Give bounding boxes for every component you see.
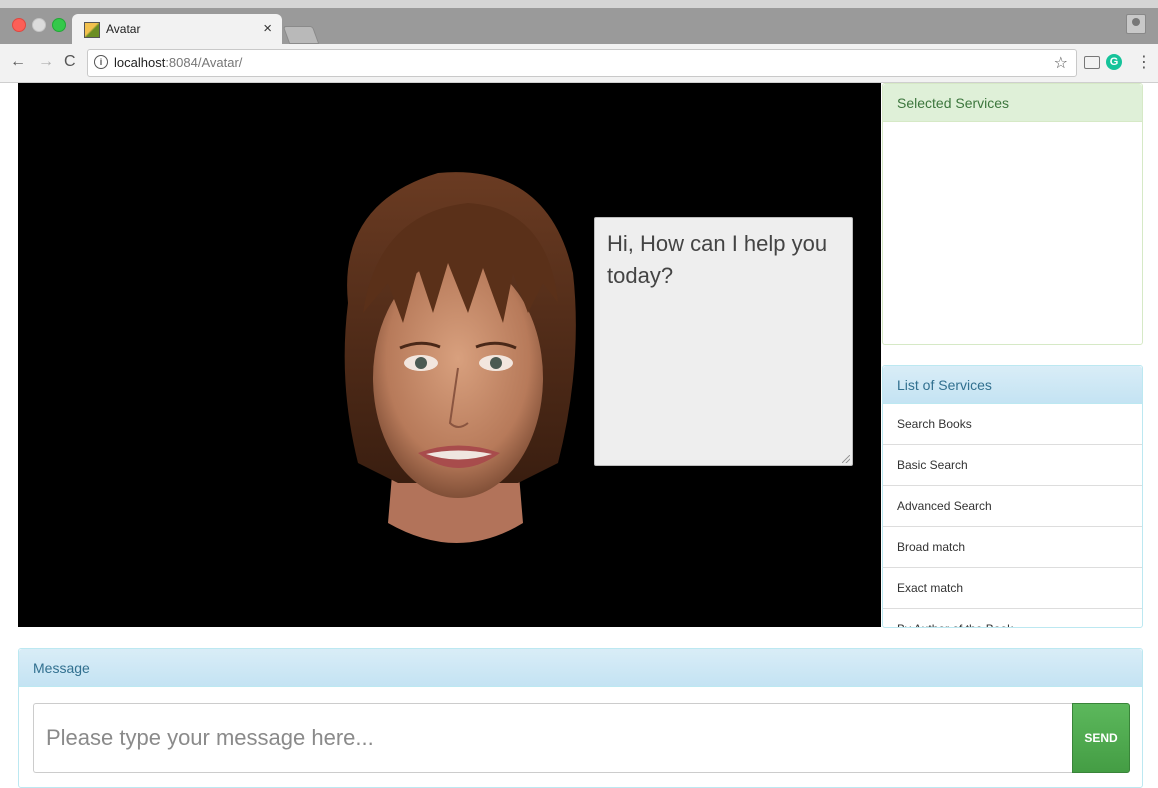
cast-icon[interactable] [1084,56,1100,69]
message-input[interactable] [33,703,1073,773]
send-button[interactable]: SEND [1072,703,1130,773]
avatar-stage: Hi, How can I help you today? [18,83,881,627]
favicon-icon [84,22,100,38]
back-button[interactable]: ← [10,53,26,71]
profile-icon[interactable] [1126,14,1146,34]
avatar-speech-text: Hi, How can I help you today? [607,231,828,288]
url-host: localhost [114,55,166,70]
grammarly-extension-icon[interactable]: G [1106,54,1122,70]
site-info-icon[interactable]: i [94,55,108,69]
window-titlebar: Avatar × [0,0,1158,44]
bookmark-star-icon[interactable]: ☆ [1054,53,1068,73]
message-panel: Message SEND [18,648,1143,788]
tab-close-icon[interactable]: × [263,20,272,37]
minimize-window-icon[interactable] [32,18,46,32]
resize-handle-icon[interactable] [842,455,850,463]
tab-avatar[interactable]: Avatar × [72,14,282,44]
browser-menu-icon[interactable]: ⋮ [1136,52,1152,72]
browser-toolbar: ← → C i localhost:8084/Avatar/ ☆ G ⋮ [0,44,1158,83]
zoom-window-icon[interactable] [52,18,66,32]
selected-services-heading: Selected Services [883,84,1142,122]
service-item-broad-match[interactable]: Broad match [883,527,1142,568]
selected-services-panel: Selected Services [882,83,1143,345]
services-list-panel: List of Services Search Books Basic Sear… [882,365,1143,628]
service-item-search-books[interactable]: Search Books [883,404,1142,445]
new-tab-button[interactable] [282,26,320,44]
service-item-by-author[interactable]: By Author of the Book [883,609,1142,627]
message-heading: Message [19,649,1142,687]
forward-button[interactable]: → [38,53,54,71]
url-text: localhost:8084/Avatar/ [114,55,242,70]
address-bar[interactable]: i localhost:8084/Avatar/ ☆ [87,49,1077,77]
service-item-basic-search[interactable]: Basic Search [883,445,1142,486]
url-path: :8084/Avatar/ [165,55,243,70]
tab-title: Avatar [106,22,141,36]
services-list-heading: List of Services [883,366,1142,404]
reload-button[interactable]: C [64,53,76,71]
service-item-advanced-search[interactable]: Advanced Search [883,486,1142,527]
avatar-face-illustration [344,172,576,543]
close-window-icon[interactable] [12,18,26,32]
avatar-speech-box[interactable]: Hi, How can I help you today? [594,217,853,466]
service-item-exact-match[interactable]: Exact match [883,568,1142,609]
